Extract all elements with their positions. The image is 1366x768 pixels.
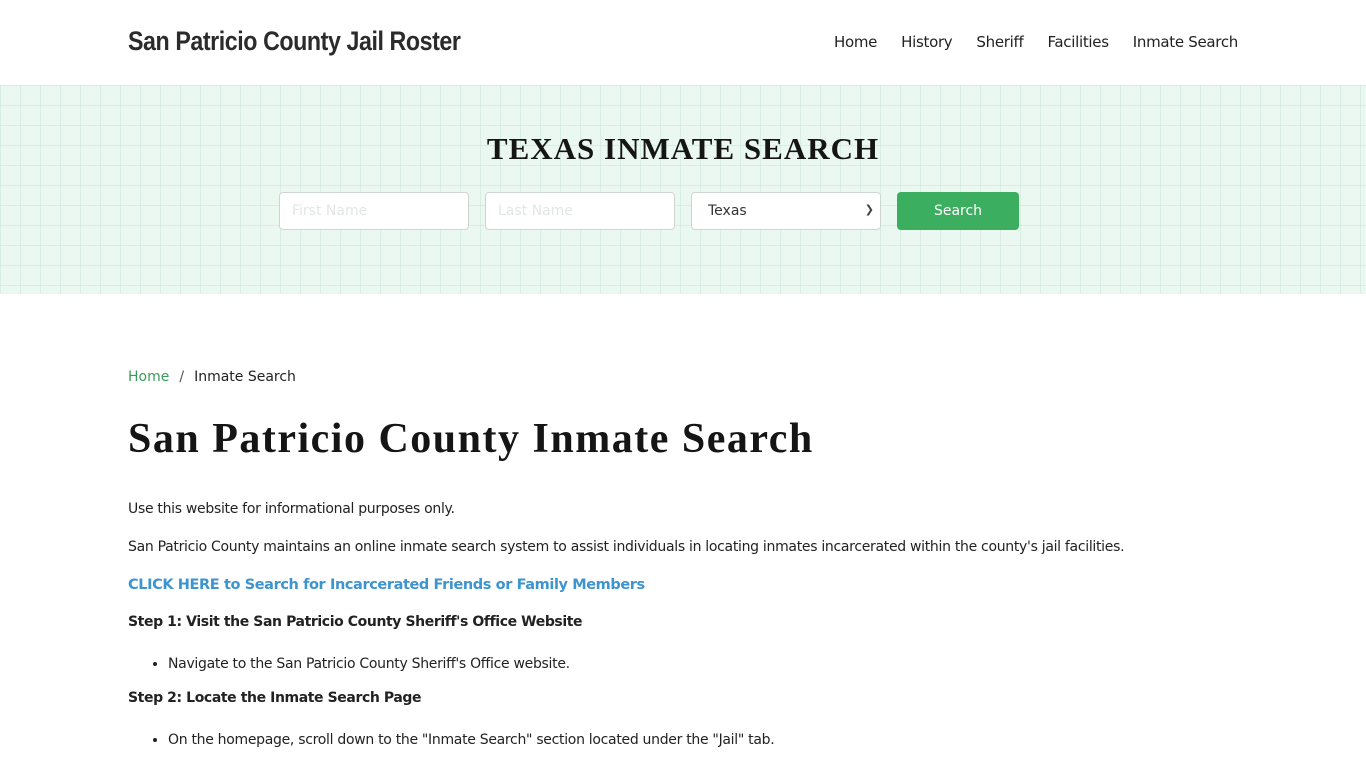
breadcrumb-home[interactable]: Home xyxy=(128,369,169,385)
hero-title: TEXAS INMATE SEARCH xyxy=(486,131,880,166)
nav-facilities[interactable]: Facilities xyxy=(1047,33,1109,51)
breadcrumb-separator: / xyxy=(179,369,185,385)
disclaimer-text: Use this website for informational purpo… xyxy=(128,501,455,517)
first-name-input[interactable] xyxy=(279,192,469,230)
step-1-heading: Step 1: Visit the San Patricio County Sh… xyxy=(128,614,583,630)
breadcrumb: Home / Inmate Search xyxy=(128,369,1238,385)
nav-home[interactable]: Home xyxy=(834,33,877,51)
site-header: San Patricio County Jail Roster Home His… xyxy=(0,0,1366,85)
page-title: San Patricio County Inmate Search xyxy=(128,416,814,462)
state-select[interactable]: Texas ❯ xyxy=(691,192,881,230)
step-2-heading: Step 2: Locate the Inmate Search Page xyxy=(128,690,422,706)
breadcrumb-current: Inmate Search xyxy=(194,369,296,385)
main-content: Home / Inmate Search San Patricio County I… xyxy=(128,294,1238,748)
nav-history[interactable]: History xyxy=(901,33,953,51)
nav-sheriff[interactable]: Sheriff xyxy=(976,33,1023,51)
search-hero: TEXAS INMATE SEARCH Texas ❯ Search xyxy=(0,85,1366,294)
last-name-input[interactable] xyxy=(485,192,675,230)
main-nav: Home History Sheriff Facilities Inmate S… xyxy=(810,33,1238,51)
search-cta-link[interactable]: CLICK HERE to Search for Incarcerated Fr… xyxy=(128,577,645,593)
search-button[interactable]: Search xyxy=(897,192,1019,230)
search-form: Texas ❯ Search xyxy=(279,192,1019,230)
step-1-list: Navigate to the San Patricio County Sher… xyxy=(168,656,1238,672)
step-2-list: On the homepage, scroll down to the "Inm… xyxy=(168,732,1238,748)
chevron-down-icon: ❯ xyxy=(864,203,874,216)
state-select-value: Texas xyxy=(708,203,747,219)
intro-text: San Patricio County maintains an online … xyxy=(128,539,1125,555)
nav-inmate-search[interactable]: Inmate Search xyxy=(1133,33,1239,51)
list-item: Navigate to the San Patricio County Sher… xyxy=(168,656,1238,672)
site-brand[interactable]: San Patricio County Jail Roster xyxy=(128,26,461,57)
list-item: On the homepage, scroll down to the "Inm… xyxy=(168,732,1238,748)
